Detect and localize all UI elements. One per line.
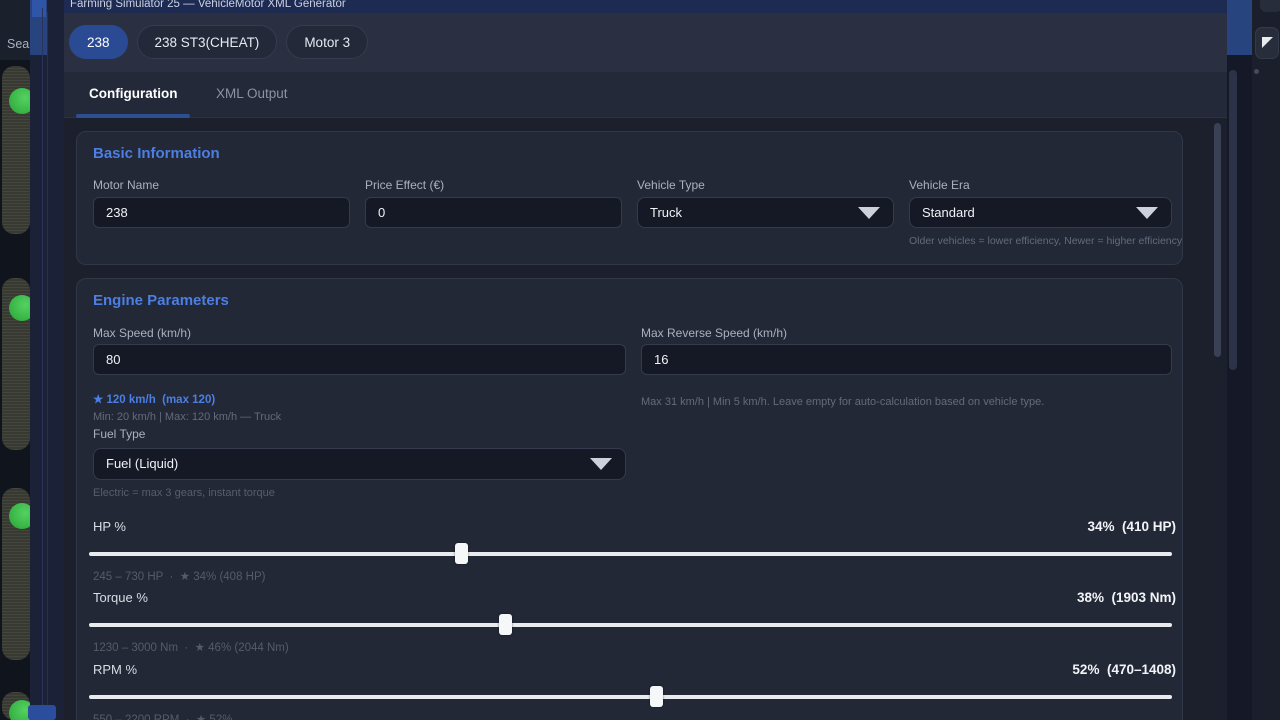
fuel-type-hint: Electric = max 3 gears, instant torque: [93, 487, 275, 499]
max-reverse-speed-input[interactable]: [641, 344, 1172, 375]
slider-track: [89, 552, 1172, 556]
background-right-app: [1252, 0, 1280, 720]
hp-percent-slider-row: HP % 34% (410 HP) 245 – 730 HP · ★ 34% (…: [93, 519, 1172, 585]
torque-percent-slider[interactable]: [89, 614, 1172, 636]
motor-tab-238[interactable]: 238: [69, 25, 128, 59]
motor-name-input[interactable]: [93, 197, 350, 228]
rpm-percent-value: 52% (470–1408): [1072, 662, 1176, 677]
hp-percent-hint: 245 – 730 HP · ★ 34% (408 HP): [93, 569, 265, 583]
slider-track: [89, 623, 1172, 627]
tab-xml-output-label: XML Output: [216, 86, 288, 101]
slider-thumb[interactable]: [650, 686, 663, 707]
slider-thumb[interactable]: [499, 614, 512, 635]
cursor-button[interactable]: [1255, 27, 1279, 59]
cursor-arrow-icon: [1262, 37, 1273, 48]
vehicle-motor-generator-modal: Farming Simulator 25 — VehicleMotor XML …: [64, 0, 1227, 720]
chevron-down-icon: [1136, 207, 1158, 219]
rpm-percent-slider[interactable]: [89, 686, 1172, 708]
fuel-type-select[interactable]: Fuel (Liquid): [93, 448, 626, 480]
hp-percent-label: HP %: [93, 519, 126, 534]
hp-percent-value: 34% (410 HP): [1087, 519, 1176, 534]
vehicle-type-select[interactable]: Truck: [637, 197, 894, 228]
slider-thumb[interactable]: [455, 543, 468, 564]
chevron-down-icon: [858, 207, 880, 219]
popup-header-edge: [1227, 0, 1252, 55]
hp-percent-slider[interactable]: [89, 543, 1172, 565]
motor-tab-238-st3-cheat[interactable]: 238 ST3(CHEAT): [137, 25, 278, 59]
dot-icon: [1254, 69, 1259, 74]
torque-percent-hint: 1230 – 3000 Nm · ★ 46% (2044 Nm): [93, 640, 289, 654]
price-effect-label: Price Effect (€): [365, 178, 444, 192]
rpm-percent-slider-row: RPM % 52% (470–1408) 550 – 2200 RPM · ★ …: [93, 662, 1172, 720]
max-speed-label: Max Speed (km/h): [93, 326, 191, 340]
modal-title: Farming Simulator 25 — VehicleMotor XML …: [70, 0, 346, 10]
motor-tab-row: 238 238 ST3(CHEAT) Motor 3: [69, 25, 368, 59]
motor-tab-motor-3[interactable]: Motor 3: [286, 25, 368, 59]
max-speed-hint-secondary: Min: 20 km/h | Max: 120 km/h — Truck: [93, 411, 281, 423]
engine-parameters-card: Engine Parameters Max Speed (km/h) ★ 120…: [76, 278, 1183, 720]
max-speed-input[interactable]: [93, 344, 626, 375]
max-reverse-speed-hint: Max 31 km/h | Min 5 km/h. Leave empty fo…: [641, 396, 1044, 408]
background-left-app: Sea: [0, 0, 30, 720]
divider: [42, 8, 43, 720]
vehicle-type-label: Vehicle Type: [637, 178, 705, 192]
fuel-type-value: Fuel (Liquid): [106, 456, 178, 471]
max-speed-hint-primary: ★ 120 km/h (max 120): [93, 392, 215, 406]
screen: Sea Farming Simulator 25 — VehicleMotor …: [0, 0, 1280, 720]
motor-name-label: Motor Name: [93, 178, 159, 192]
vehicle-era-value: Standard: [922, 205, 975, 220]
fuel-type-label: Fuel Type: [93, 427, 145, 441]
basic-information-heading: Basic Information: [93, 145, 220, 162]
vehicle-era-select[interactable]: Standard: [909, 197, 1172, 228]
modal-scrollbar[interactable]: [1214, 123, 1221, 357]
vehicle-type-value: Truck: [650, 205, 682, 220]
price-effect-input[interactable]: [365, 197, 622, 228]
popup-page-right-edge: [1227, 0, 1252, 720]
background-button-partial: [1260, 0, 1280, 12]
background-selected-item: [28, 705, 56, 720]
basic-information-card: Basic Information Motor Name Price Effec…: [76, 131, 1183, 265]
vehicle-era-label: Vehicle Era: [909, 178, 970, 192]
torque-percent-label: Torque %: [93, 590, 148, 605]
max-reverse-speed-label: Max Reverse Speed (km/h): [641, 326, 787, 340]
tab-configuration[interactable]: Configuration: [76, 72, 190, 118]
page-scrollbar[interactable]: [1229, 70, 1237, 370]
modal-header: 238 238 ST3(CHEAT) Motor 3: [64, 13, 1227, 72]
modal-titlebar: Farming Simulator 25 — VehicleMotor XML …: [64, 0, 1227, 13]
rpm-percent-label: RPM %: [93, 662, 137, 677]
search-label: Sea: [7, 37, 29, 51]
slider-track: [89, 695, 1172, 699]
configuration-panel: Basic Information Motor Name Price Effec…: [64, 118, 1227, 720]
torque-percent-slider-row: Torque % 38% (1903 Nm) 1230 – 3000 Nm · …: [93, 590, 1172, 656]
torque-percent-value: 38% (1903 Nm): [1077, 590, 1176, 605]
view-tabbar: Configuration XML Output: [64, 72, 1227, 118]
rpm-percent-hint: 550 – 2200 RPM · ★ 52%: [93, 712, 232, 720]
engine-parameters-heading: Engine Parameters: [93, 292, 229, 309]
popup-header-accent: [32, 0, 46, 17]
divider: [47, 12, 48, 720]
tab-configuration-label: Configuration: [89, 86, 177, 101]
tab-xml-output[interactable]: XML Output: [210, 72, 294, 118]
vehicle-era-hint: Older vehicles = lower efficiency, Newer…: [909, 235, 1182, 247]
popup-page-left-edge: [30, 0, 64, 720]
chevron-down-icon: [590, 458, 612, 470]
